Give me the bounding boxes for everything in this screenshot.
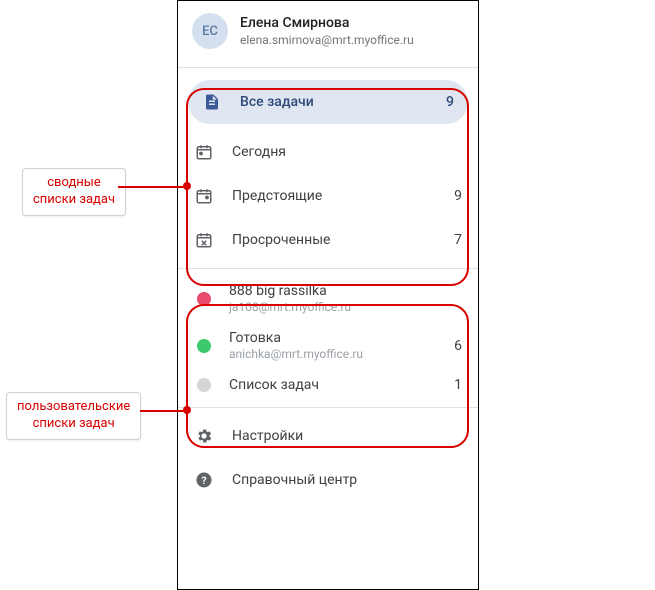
list-info: Список задач — [229, 377, 436, 393]
nav-count: 7 — [454, 232, 462, 248]
user-list-item[interactable]: Список задач 1 — [178, 369, 478, 401]
color-dot-icon — [197, 339, 211, 353]
list-count: 1 — [454, 377, 462, 393]
callout-line — [118, 186, 186, 188]
color-dot-icon — [197, 292, 211, 306]
callout-user: пользовательские списки задач — [6, 392, 141, 440]
user-list-item[interactable]: Готовка anichka@mrt.myoffice.ru 6 — [178, 322, 478, 369]
list-info: Готовка anichka@mrt.myoffice.ru — [229, 330, 436, 361]
nav-count: 9 — [454, 188, 462, 204]
nav-label: Настройки — [232, 428, 462, 444]
callout-dot — [183, 182, 191, 190]
callout-summary: сводные списки задач — [22, 168, 126, 216]
list-sub: anichka@mrt.myoffice.ru — [229, 347, 436, 361]
calendar-upcoming-icon — [194, 186, 214, 206]
callout-dot — [183, 406, 191, 414]
list-title: Список задач — [229, 377, 436, 393]
nav-label: Справочный центр — [232, 472, 462, 488]
list-sub: ja108@mrt.myoffice.ru — [229, 300, 444, 314]
callout-line — [140, 410, 186, 412]
app-drawer: ЕС Елена Смирнова elena.smirnova@mrt.myo… — [177, 0, 479, 590]
color-dot-icon — [197, 378, 211, 392]
nav-all-tasks[interactable]: Все задачи 9 — [188, 80, 468, 124]
nav-label: Просроченные — [232, 232, 436, 248]
user-email: elena.smirnova@mrt.myoffice.ru — [240, 33, 414, 47]
user-info: Елена Смирнова elena.smirnova@mrt.myoffi… — [240, 15, 414, 47]
nav-help[interactable]: ? Справочный центр — [178, 458, 478, 502]
nav-overdue[interactable]: Просроченные 7 — [178, 218, 478, 262]
user-name: Елена Смирнова — [240, 15, 414, 31]
nav-count: 9 — [446, 94, 454, 110]
svg-text:?: ? — [201, 474, 206, 487]
user-header[interactable]: ЕС Елена Смирнова elena.smirnova@mrt.myo… — [178, 1, 478, 67]
nav-upcoming[interactable]: Предстоящие 9 — [178, 174, 478, 218]
user-list-item[interactable]: 888 big rassilka ja108@mrt.myoffice.ru — [178, 275, 478, 322]
nav-settings[interactable]: Настройки — [178, 414, 478, 458]
nav-label: Все задачи — [240, 94, 428, 110]
list-title: 888 big rassilka — [229, 283, 444, 299]
list-count: 6 — [454, 338, 462, 354]
gear-icon — [194, 426, 214, 446]
nav-label: Сегодня — [232, 144, 444, 160]
help-icon: ? — [194, 470, 214, 490]
list-info: 888 big rassilka ja108@mrt.myoffice.ru — [229, 283, 444, 314]
calendar-today-icon — [194, 142, 214, 162]
list-title: Готовка — [229, 330, 436, 346]
calendar-overdue-icon — [194, 230, 214, 250]
nav-label: Предстоящие — [232, 188, 436, 204]
avatar: ЕС — [192, 13, 228, 49]
nav-today[interactable]: Сегодня — [178, 130, 478, 174]
document-icon — [202, 92, 222, 112]
